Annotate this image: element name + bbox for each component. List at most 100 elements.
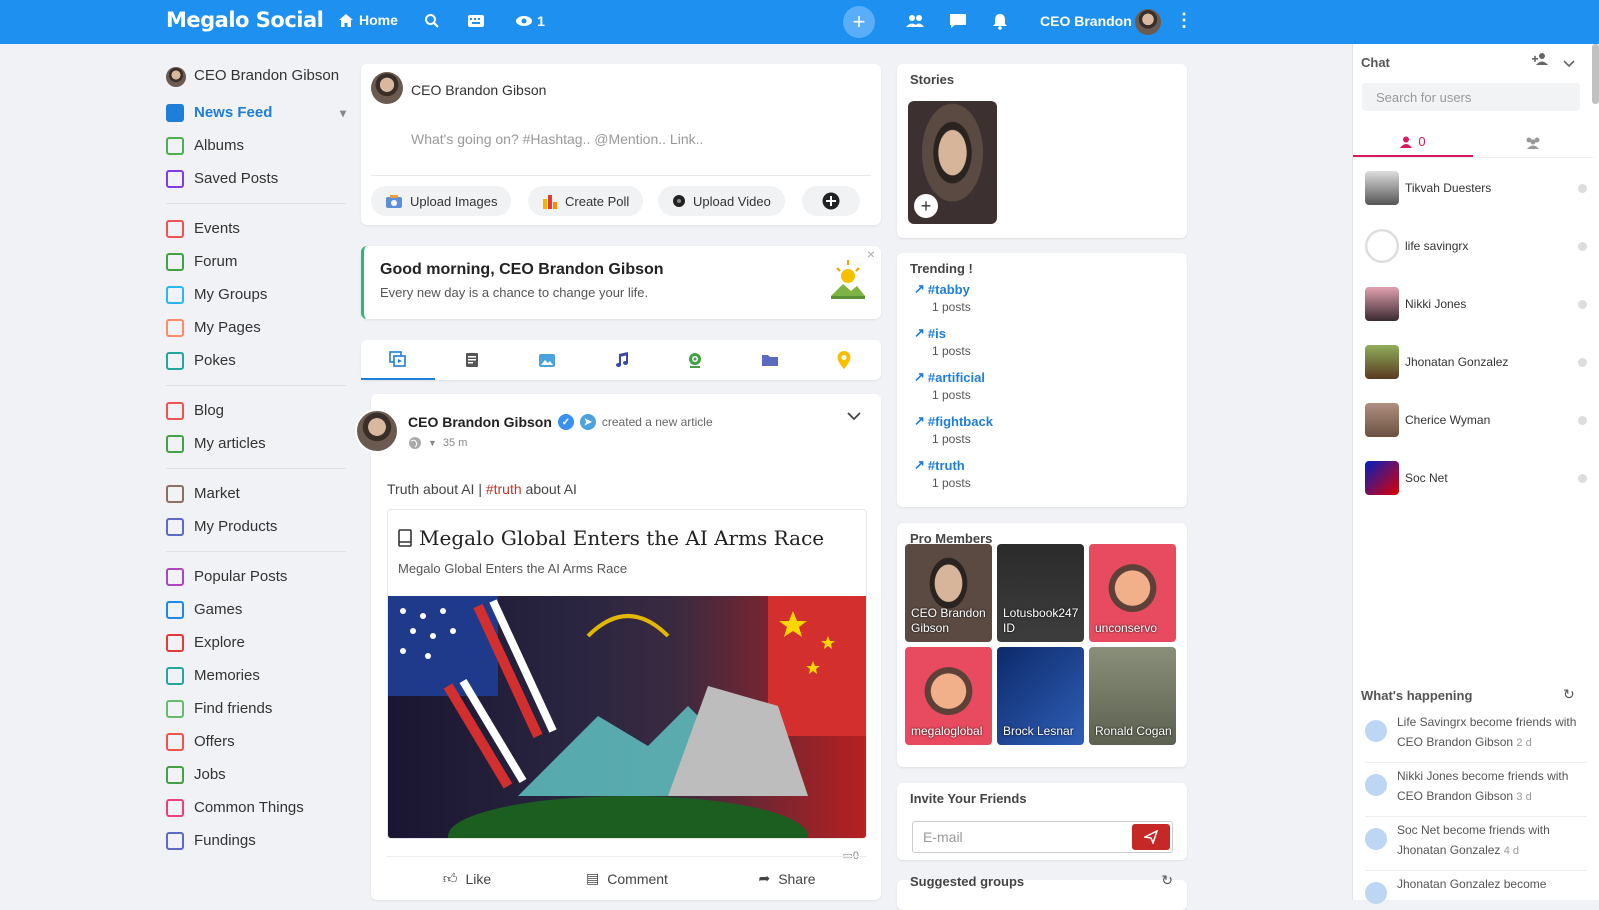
- sidebar-item-my-pages[interactable]: My Pages: [166, 311, 346, 344]
- tab-files[interactable]: [732, 340, 806, 380]
- comment-button[interactable]: ▤ Comment: [547, 857, 707, 900]
- trending-item[interactable]: ↗ #artificial 1 posts: [914, 369, 985, 402]
- pro-member-tile[interactable]: Brock Lesnar: [997, 647, 1084, 745]
- trending-item[interactable]: ↗ #tabby 1 posts: [914, 281, 971, 314]
- sidebar-item-saved-posts[interactable]: Saved Posts: [166, 162, 346, 195]
- scrollbar[interactable]: [1592, 44, 1599, 104]
- sidebar-item-fundings[interactable]: Fundings: [166, 824, 346, 857]
- activity-item[interactable]: Nikki Jones become friends with CEO Brand…: [1365, 766, 1587, 807]
- upload-images-button[interactable]: Upload Images: [371, 186, 512, 216]
- sidebar-item-explore[interactable]: Explore: [166, 626, 346, 659]
- pro-member-tile[interactable]: unconservo: [1089, 544, 1176, 642]
- sidebar-item-forum[interactable]: Forum: [166, 245, 346, 278]
- sidebar-item-popular-posts[interactable]: Popular Posts: [166, 560, 346, 593]
- refresh-icon[interactable]: ↻: [1563, 686, 1575, 703]
- trending-tag[interactable]: ↗ #fightback: [914, 413, 993, 429]
- user-menu-name[interactable]: CEO Brandon: [1040, 13, 1132, 29]
- chevron-down-icon[interactable]: ▾: [340, 106, 346, 120]
- tab-online-users[interactable]: 0: [1353, 128, 1473, 157]
- tab-places[interactable]: [807, 340, 881, 380]
- sidebar-item-my-groups[interactable]: My Groups: [166, 278, 346, 311]
- messages-icon[interactable]: [947, 10, 969, 32]
- site-logo[interactable]: Megalo Social: [166, 8, 324, 32]
- chat-user-item[interactable]: Soc Net: [1365, 461, 1587, 495]
- sidebar-item-common-things[interactable]: Common Things: [166, 791, 346, 824]
- activity-item[interactable]: Life Savingrx become friends with CEO Bra…: [1365, 712, 1587, 753]
- more-vertical-icon[interactable]: ⋮: [1175, 10, 1193, 31]
- more-options-button[interactable]: [802, 186, 860, 216]
- friends-icon[interactable]: [904, 10, 926, 32]
- sidebar-item-market[interactable]: Market: [166, 477, 346, 510]
- tab-videos[interactable]: [658, 340, 732, 380]
- chat-user-item[interactable]: Nikki Jones: [1365, 287, 1587, 321]
- search-icon[interactable]: [421, 10, 443, 32]
- trending-item[interactable]: ↗ #truth 1 posts: [914, 457, 971, 490]
- post-author[interactable]: CEO Brandon Gibson: [408, 414, 552, 430]
- post-options-chevron-icon[interactable]: [847, 408, 861, 424]
- chevron-down-icon[interactable]: [1563, 55, 1575, 73]
- trending-tag[interactable]: ↗ #tabby: [914, 281, 971, 297]
- home-link[interactable]: Home: [338, 12, 398, 28]
- activity-item[interactable]: Soc Net become friends with Jhonatan Gonz…: [1365, 820, 1587, 861]
- trending-item[interactable]: ↗ #fightback 1 posts: [914, 413, 993, 446]
- upload-video-button[interactable]: Upload Video: [658, 186, 785, 216]
- sidebar-item-blog[interactable]: Blog: [166, 394, 346, 427]
- trending-tag[interactable]: ↗ #truth: [914, 457, 971, 473]
- pro-member-tile[interactable]: CEO Brandon Gibson: [905, 544, 992, 642]
- share-icon: ➦: [758, 870, 771, 886]
- sidebar-item-games[interactable]: Games: [166, 593, 346, 626]
- pro-member-tile[interactable]: megaloglobal: [905, 647, 992, 745]
- article-preview[interactable]: Megalo Global Enters the AI Arms Race Me…: [387, 509, 867, 839]
- tab-text[interactable]: [435, 340, 509, 380]
- chat-user-item[interactable]: Tikvah Duesters: [1365, 171, 1587, 205]
- create-plus-button[interactable]: +: [843, 6, 875, 38]
- friends-activity-icon: [1365, 774, 1387, 796]
- chevron-down-icon[interactable]: ▼: [428, 438, 437, 448]
- share-button[interactable]: ➦ Share: [707, 857, 867, 900]
- music-icon: [615, 352, 628, 367]
- sidebar-item-events[interactable]: Events: [166, 212, 346, 245]
- refresh-icon[interactable]: ↻: [1161, 872, 1173, 889]
- bell-icon[interactable]: [989, 10, 1011, 32]
- sidebar-item-my-articles[interactable]: My articles: [166, 427, 346, 460]
- chat-user-item[interactable]: Jhonatan Gonzalez: [1365, 345, 1587, 379]
- chat-search-input[interactable]: Search for users: [1362, 83, 1580, 111]
- sidebar-item-memories[interactable]: Memories: [166, 659, 346, 692]
- sidebar-user[interactable]: CEO Brandon Gibson: [166, 64, 346, 88]
- send-invite-button[interactable]: [1132, 824, 1170, 850]
- post-time[interactable]: 35 m: [443, 437, 467, 449]
- keyboard-icon[interactable]: [465, 10, 487, 32]
- composer-input[interactable]: What's going on? #Hashtag.. @Mention.. L…: [411, 131, 703, 147]
- add-user-icon[interactable]: [1531, 52, 1551, 71]
- tab-photos[interactable]: [510, 340, 584, 380]
- add-story-plus-icon[interactable]: +: [914, 194, 938, 218]
- like-button[interactable]: 👍︎ Like: [387, 857, 547, 900]
- trending-tag[interactable]: ↗ #artificial: [914, 369, 985, 385]
- globe-icon[interactable]: [408, 436, 422, 450]
- create-poll-button[interactable]: Create Poll: [528, 186, 644, 216]
- hashtag-link[interactable]: #truth: [486, 481, 522, 497]
- sidebar-item-find-friends[interactable]: Find friends: [166, 692, 346, 725]
- sidebar-item-my-products[interactable]: My Products: [166, 510, 346, 543]
- pro-member-tile[interactable]: Ronald Cogan: [1089, 647, 1176, 745]
- tab-all[interactable]: [361, 340, 436, 380]
- sidebar-item-albums[interactable]: Albums: [166, 129, 346, 162]
- tab-groups[interactable]: [1473, 128, 1593, 157]
- avatar[interactable]: [1135, 9, 1161, 35]
- close-icon[interactable]: ×: [867, 246, 875, 262]
- offline-status-dot: [1578, 473, 1587, 483]
- sidebar-item-jobs[interactable]: Jobs: [166, 758, 346, 791]
- story-thumbnail[interactable]: +: [908, 101, 997, 224]
- trending-item[interactable]: ↗ #is 1 posts: [914, 325, 971, 358]
- views-counter[interactable]: 1: [510, 10, 550, 32]
- trending-tag[interactable]: ↗ #is: [914, 325, 971, 341]
- chat-user-item[interactable]: life savingrx: [1365, 229, 1587, 263]
- pro-member-tile[interactable]: Lotusbook247 ID: [997, 544, 1084, 642]
- chat-user-item[interactable]: Cherice Wyman: [1365, 403, 1587, 437]
- tab-music[interactable]: [584, 340, 658, 380]
- avatar[interactable]: [355, 409, 399, 453]
- sidebar-item-news-feed[interactable]: News Feed ▾: [166, 96, 346, 129]
- sidebar-item-offers[interactable]: Offers: [166, 725, 346, 758]
- sidebar-item-pokes[interactable]: Pokes: [166, 344, 346, 377]
- invite-email-input[interactable]: E-mail: [912, 821, 1173, 853]
